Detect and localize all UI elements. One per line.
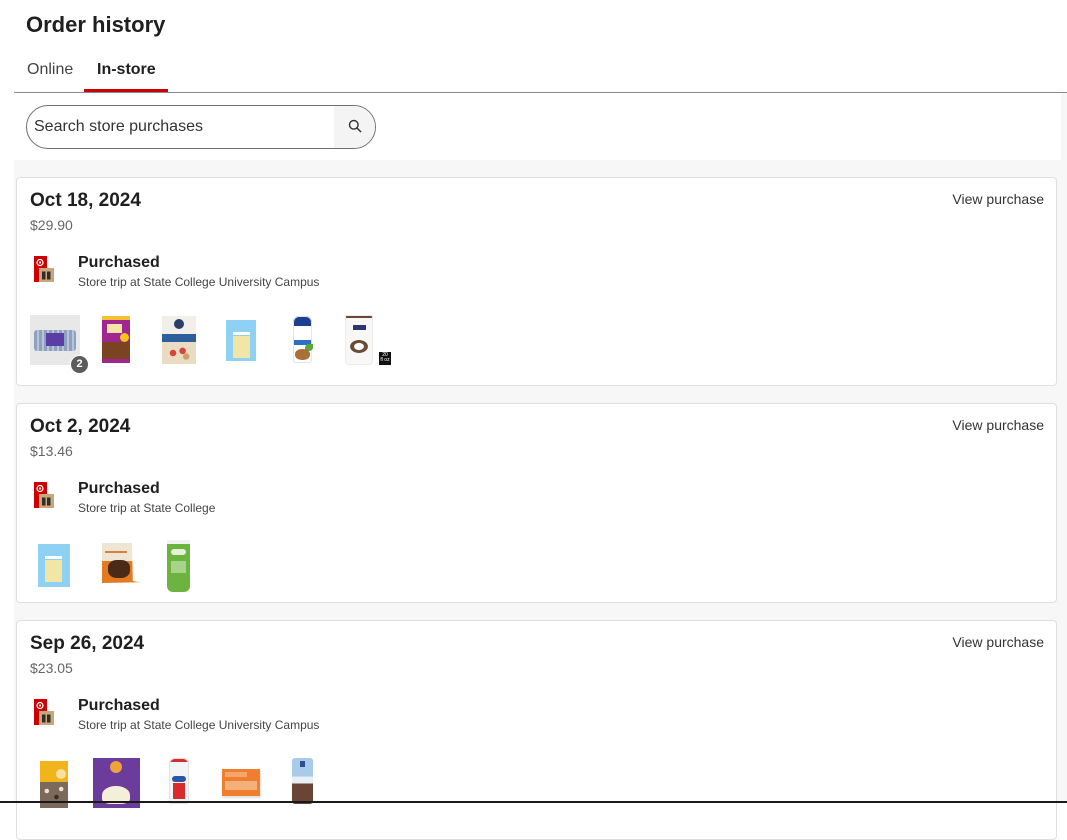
- product-thumbnail: 2: [30, 315, 89, 374]
- target-store-icon: [34, 256, 58, 282]
- target-store-icon: [34, 699, 58, 725]
- product-thumbnail: 20 fl oz: [340, 315, 391, 365]
- order-status: Purchased: [78, 697, 160, 714]
- cookie-bag-image: [102, 543, 140, 583]
- tab-online[interactable]: Online: [27, 60, 73, 80]
- order-list-region: Oct 18, 2024 $29.90 View purchase Purcha…: [14, 93, 1067, 840]
- order-total: $13.46: [30, 443, 73, 459]
- order-total: $29.90: [30, 217, 73, 233]
- product-thumbnail: [154, 540, 204, 592]
- oats-canister-image: [292, 758, 313, 804]
- quaker-oatmeal-box-image: [162, 316, 196, 364]
- order-date: Oct 2, 2024: [30, 416, 131, 437]
- product-thumbnails: 2 20 fl oz: [30, 315, 630, 375]
- search-button[interactable]: [334, 106, 375, 148]
- product-thumbnails: [30, 758, 630, 818]
- view-purchase-link[interactable]: View purchase: [952, 190, 1044, 208]
- size-badge-unit: fl oz: [380, 357, 390, 363]
- page-title: Order history: [26, 12, 166, 37]
- order-date: Sep 26, 2024: [30, 633, 145, 654]
- order-card: Oct 18, 2024 $29.90 View purchase Purcha…: [16, 177, 1057, 386]
- store-trip-location: Store trip at State College: [78, 501, 216, 515]
- dove-body-wash-bottle-image: [345, 315, 373, 365]
- view-purchase-link[interactable]: View purchase: [952, 416, 1044, 434]
- product-thumbnail: [216, 315, 266, 365]
- search-panel: [14, 93, 1061, 160]
- target-store-icon: [34, 482, 58, 508]
- face-wash-tube-image: [167, 540, 190, 592]
- search-input[interactable]: [27, 106, 335, 148]
- view-purchase-link[interactable]: View purchase: [952, 633, 1044, 651]
- order-card: Sep 26, 2024 $23.05 View purchase Purcha…: [16, 620, 1057, 840]
- cheese-slices-pack-image: [38, 544, 70, 587]
- size-badge: 20 fl oz: [379, 352, 391, 365]
- snack-package-image: [222, 769, 260, 796]
- product-thumbnail: [278, 315, 328, 365]
- product-thumbnails: [30, 540, 630, 600]
- search-icon: [348, 119, 362, 136]
- shampoo-bottle-image: [293, 316, 313, 363]
- order-status: Purchased: [78, 254, 160, 271]
- quantity-badge: 2: [70, 355, 89, 374]
- order-total: $23.05: [30, 660, 73, 676]
- tab-in-store[interactable]: In-store: [97, 60, 156, 80]
- store-trip-location: Store trip at State College University C…: [78, 718, 320, 732]
- product-thumbnail: [92, 540, 142, 590]
- order-status: Purchased: [78, 480, 160, 497]
- store-trip-location: Store trip at State College University C…: [78, 275, 320, 289]
- order-date: Oct 18, 2024: [30, 190, 141, 211]
- product-thumbnail: [30, 540, 80, 590]
- search-box: [26, 105, 376, 149]
- raisin-bran-cereal-box-image: [102, 316, 130, 363]
- product-thumbnail: [154, 315, 204, 365]
- product-thumbnail: [92, 315, 142, 365]
- milk-jug-image: [169, 758, 189, 804]
- order-card: Oct 2, 2024 $13.46 View purchase Purchas…: [16, 403, 1057, 603]
- cheese-slices-pack-image: [226, 320, 256, 361]
